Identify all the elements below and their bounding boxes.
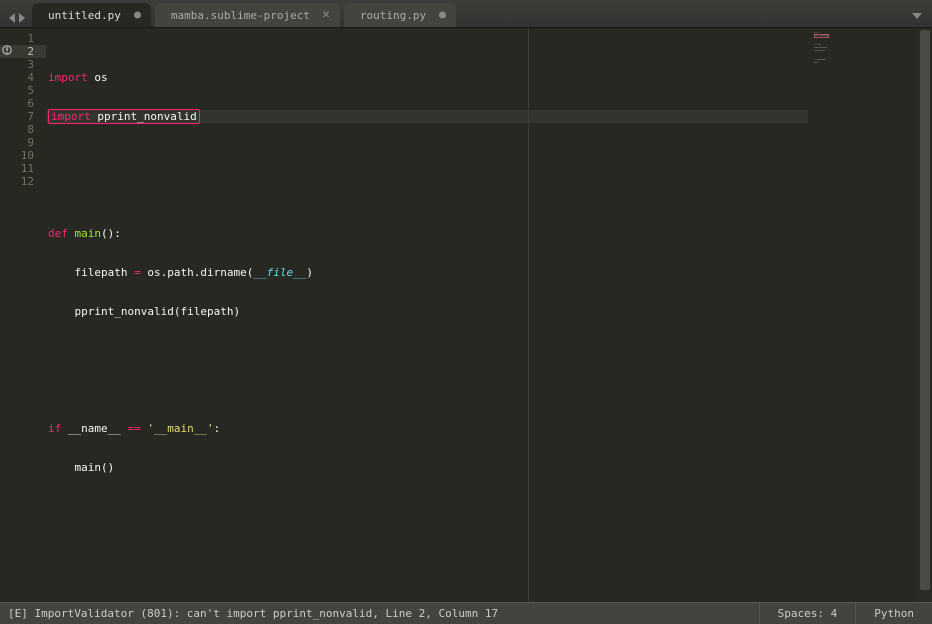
error-highlight: import pprint_nonvalid: [48, 109, 200, 124]
code-line: import os: [46, 71, 808, 84]
code-line: if __name__ == '__main__':: [46, 422, 808, 435]
status-indent[interactable]: Spaces: 4: [759, 603, 856, 624]
line-number: 7: [0, 110, 46, 123]
tab-label: mamba.sublime-project: [171, 9, 310, 22]
tab-label: untitled.py: [48, 9, 121, 22]
line-number: 1: [0, 32, 46, 45]
tab-label: routing.py: [360, 9, 426, 22]
code-line: pprint_nonvalid(filepath): [46, 305, 808, 318]
line-number: 10: [0, 149, 46, 162]
tab-bar: untitled.py mamba.sublime-project × rout…: [0, 0, 932, 28]
code-line: filepath = os.path.dirname(__file__): [46, 266, 808, 279]
status-message[interactable]: [E] ImportValidator (801): can't import …: [0, 607, 759, 620]
editor-area: 1 2 3 4 5 6 7 8 9 10 11 12 import os imp…: [0, 28, 932, 602]
vertical-scrollbar[interactable]: [918, 28, 932, 602]
status-language[interactable]: Python: [855, 603, 932, 624]
line-number: 12: [0, 175, 46, 188]
code-line: [46, 149, 808, 162]
code-editor[interactable]: import os import pprint_nonvalid def mai…: [46, 28, 808, 602]
scrollbar-thumb[interactable]: [920, 30, 930, 590]
tab-nav-arrows: [8, 13, 32, 27]
tab-untitled[interactable]: untitled.py: [32, 3, 151, 27]
code-line: [46, 188, 808, 201]
line-number: 3: [0, 58, 46, 71]
status-bar: [E] ImportValidator (801): can't import …: [0, 602, 932, 624]
line-number: 4: [0, 71, 46, 84]
minimap[interactable]: ▬▬▬ ▬ ▬▬▬ ▬▬▬▬▬▬▬ ▬▬ ▬▬▬ ▬▬▬▬▬▬▬▬▬▬▬ ▬▬▬…: [808, 28, 918, 602]
dirty-dot-icon[interactable]: [134, 12, 141, 19]
tab-prev-icon[interactable]: [8, 13, 16, 23]
tab-routing[interactable]: routing.py: [344, 3, 456, 27]
code-line: import pprint_nonvalid: [46, 110, 808, 123]
dirty-dot-icon[interactable]: [439, 12, 446, 19]
chevron-down-icon: [912, 13, 922, 19]
line-number-gutter[interactable]: 1 2 3 4 5 6 7 8 9 10 11 12: [0, 28, 46, 602]
line-number: 8: [0, 123, 46, 136]
close-icon[interactable]: ×: [322, 9, 330, 22]
line-number: 2: [0, 45, 46, 58]
line-number: 11: [0, 162, 46, 175]
code-line: [46, 344, 808, 357]
column-ruler: [528, 28, 529, 602]
error-gutter-icon[interactable]: [2, 45, 12, 55]
line-number: 6: [0, 97, 46, 110]
tab-mamba-project[interactable]: mamba.sublime-project ×: [155, 3, 340, 27]
code-line: def main():: [46, 227, 808, 240]
code-line: main(): [46, 461, 808, 474]
tab-next-icon[interactable]: [18, 13, 26, 23]
tab-overflow-dropdown[interactable]: [912, 8, 922, 22]
line-number: 5: [0, 84, 46, 97]
code-line: [46, 500, 808, 513]
code-line: [46, 383, 808, 396]
line-number: 9: [0, 136, 46, 149]
